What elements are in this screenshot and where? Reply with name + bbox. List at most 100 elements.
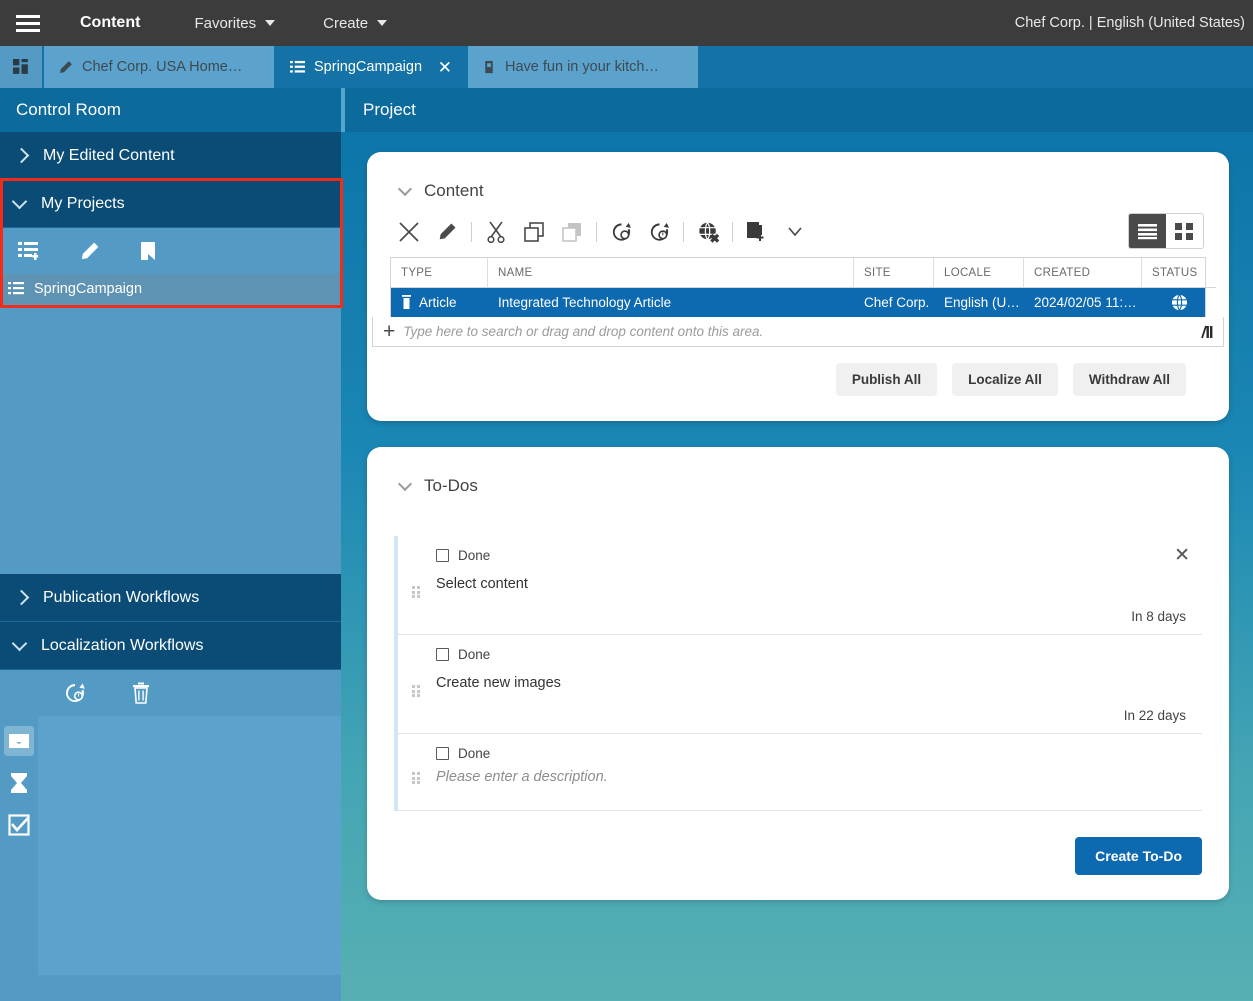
toolbar-separator [732, 222, 733, 242]
view-toggle [1128, 213, 1204, 249]
close-icon[interactable]: ✕ [1174, 546, 1190, 565]
edit-icon[interactable] [428, 215, 466, 249]
remove-icon[interactable] [390, 215, 428, 249]
publish-icon[interactable] [602, 215, 640, 249]
main-header: Project [341, 88, 1253, 132]
cell-site: Chef Corp. [854, 288, 934, 317]
sidebar-section-my-projects[interactable]: My Projects [0, 180, 341, 228]
chevron-down-icon [265, 20, 275, 26]
tab-springcampaign[interactable]: SpringCampaign ✕ [274, 46, 466, 88]
workflow-rail [0, 716, 38, 975]
todos-panel-header[interactable]: To-Dos [372, 452, 1224, 508]
column-header-locale[interactable]: LOCALE [934, 258, 1024, 288]
favorites-menu[interactable]: Favorites [194, 15, 275, 32]
toolbar-separator [683, 222, 684, 242]
sidebar-section-label: My Edited Content [43, 147, 175, 165]
tab-have-fun-in-your-kitchen[interactable]: Have fun in your kitch… [466, 46, 698, 88]
sidebar-item-springcampaign[interactable]: SpringCampaign [0, 274, 341, 304]
todo-done-row: Done [436, 548, 1186, 563]
chevron-down-icon [12, 194, 28, 210]
tab-label: SpringCampaign [314, 59, 422, 75]
workflow-area [0, 716, 341, 975]
chevron-right-icon [14, 148, 30, 164]
workflow-list-pane [38, 716, 341, 975]
content-add-row[interactable]: + Type here to search or drag and drop c… [372, 317, 1224, 347]
drag-handle-icon[interactable] [412, 586, 420, 598]
tab-label: Have fun in your kitch… [505, 59, 659, 75]
content-panel-header[interactable]: Content [372, 157, 1224, 213]
todo-done-label: Done [458, 548, 490, 563]
column-header-type[interactable]: TYPE [391, 258, 488, 288]
projects-empty-area [0, 304, 341, 574]
plus-icon[interactable]: + [383, 321, 395, 342]
chevron-down-icon [398, 476, 412, 490]
sidebar-header: Control Room [0, 88, 341, 132]
open-project-icon[interactable] [130, 234, 168, 268]
todo-done-checkbox[interactable] [436, 549, 449, 562]
new-project-icon[interactable] [10, 234, 48, 268]
dashboard-icon[interactable] [0, 46, 42, 88]
cut-icon[interactable] [477, 215, 515, 249]
duplicate-icon[interactable] [738, 215, 776, 249]
sidebar-section-publication-workflows[interactable]: Publication Workflows [0, 574, 341, 622]
inbox-icon[interactable] [4, 726, 34, 756]
todo-text[interactable]: Please enter a description. [436, 769, 1186, 785]
content-panel-title: Content [424, 181, 484, 201]
more-chevron-icon[interactable] [776, 215, 814, 249]
sidebar-section-label: Localization Workflows [41, 637, 203, 655]
content-toolbar [372, 213, 1224, 257]
todo-item[interactable]: Done Create new images In 22 days [394, 635, 1202, 734]
copy-icon[interactable] [515, 215, 553, 249]
todo-list: Done Select content In 8 days ✕ Done Cre… [394, 536, 1202, 811]
todo-item[interactable]: Done Select content In 8 days ✕ [394, 536, 1202, 635]
hamburger-icon[interactable] [0, 0, 56, 46]
todo-done-checkbox[interactable] [436, 747, 449, 760]
drag-handle-icon[interactable] [412, 685, 420, 697]
list-view-icon[interactable] [1129, 214, 1166, 248]
edit-icon[interactable] [70, 234, 108, 268]
publish-all-button[interactable]: Publish All [836, 363, 937, 396]
start-workflow-icon[interactable] [56, 676, 94, 710]
tab-label: Chef Corp. USA Home… [82, 59, 242, 75]
todo-done-checkbox[interactable] [436, 648, 449, 661]
document-icon [482, 60, 496, 75]
user-context-label: Chef Corp. | English (United States) [1015, 15, 1245, 31]
content-action-buttons: Publish All Localize All Withdraw All [372, 347, 1206, 416]
todo-item[interactable]: Done Please enter a description. [394, 734, 1202, 811]
grid-view-icon[interactable] [1166, 214, 1203, 248]
published-globe-icon [1171, 294, 1188, 311]
withdraw-all-button[interactable]: Withdraw All [1073, 363, 1186, 396]
close-icon[interactable]: ✕ [438, 59, 452, 76]
localize-all-button[interactable]: Localize All [952, 363, 1058, 396]
checkbox-done-icon[interactable] [4, 810, 34, 840]
create-menu[interactable]: Create [323, 15, 387, 32]
columns-icon[interactable] [1197, 325, 1213, 339]
create-todo-button[interactable]: Create To-Do [1075, 837, 1202, 875]
sidebar-section-my-edited-content[interactable]: My Edited Content [0, 132, 341, 180]
todo-text[interactable]: Select content [436, 576, 1186, 592]
approve-icon[interactable] [640, 215, 678, 249]
withdraw-icon[interactable] [689, 215, 727, 249]
column-header-created[interactable]: CREATED [1024, 258, 1142, 288]
content-search-placeholder[interactable]: Type here to search or drag and drop con… [403, 324, 1189, 339]
list-icon [8, 282, 24, 296]
todo-due-label: In 22 days [1124, 708, 1186, 723]
column-header-name[interactable]: NAME [488, 258, 854, 288]
sidebar-section-label: Publication Workflows [43, 589, 199, 607]
sidebar-section-localization-workflows[interactable]: Localization Workflows [0, 622, 341, 670]
delete-icon[interactable] [122, 676, 160, 710]
toolbar-separator [596, 222, 597, 242]
create-label: Create [323, 15, 368, 32]
project-label: SpringCampaign [34, 281, 142, 297]
app-bar: Content Favorites Create Chef Corp. | En… [0, 0, 1253, 46]
tab-chef-corp-usa-home[interactable]: Chef Corp. USA Home… [42, 46, 274, 88]
content-table: TYPE NAME SITE LOCALE CREATED STATUS Art… [390, 257, 1206, 317]
column-header-site[interactable]: SITE [854, 258, 934, 288]
table-row[interactable]: Article Integrated Technology Article Ch… [391, 288, 1205, 317]
projects-toolbar [0, 228, 341, 274]
todo-text[interactable]: Create new images [436, 675, 1186, 691]
drag-handle-icon[interactable] [412, 772, 420, 784]
toolbar-separator [471, 222, 472, 242]
column-header-status[interactable]: STATUS [1142, 258, 1216, 288]
hourglass-icon[interactable] [4, 768, 34, 798]
